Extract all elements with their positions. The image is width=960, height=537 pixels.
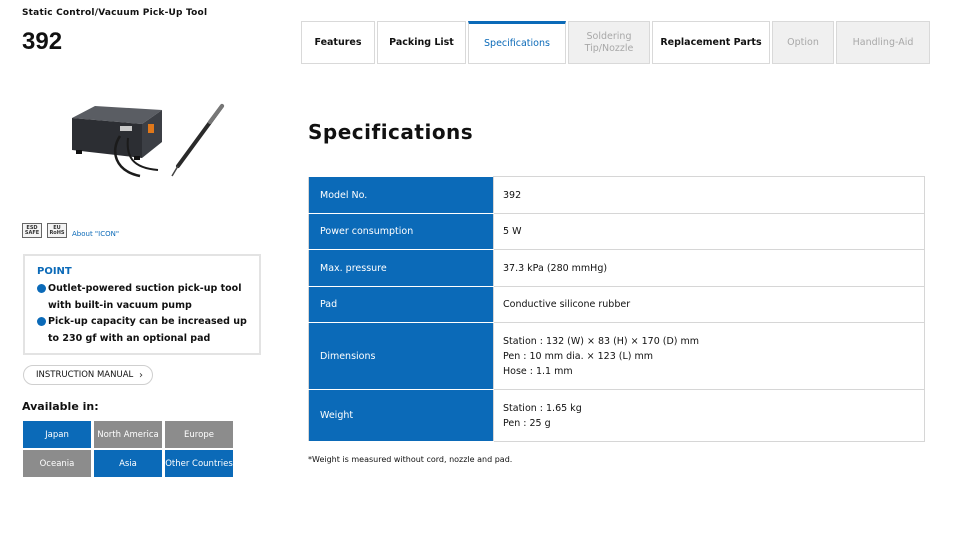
product-subtitle: Static Control/Vacuum Pick-Up Tool: [22, 8, 208, 18]
table-row: Weight Station : 1.65 kg Pen : 25 g: [308, 389, 925, 442]
weight-footnote: *Weight is measured without cord, nozzle…: [308, 455, 513, 464]
tab-packing-list[interactable]: Packing List: [377, 21, 466, 64]
certification-badges: ESD SAFE EU RoHS About "ICON": [22, 222, 119, 238]
table-row: Model No. 392: [308, 176, 925, 214]
specifications-table: Model No. 392 Power consumption 5 W Max.…: [308, 176, 925, 442]
table-row: Power consumption 5 W: [308, 213, 925, 250]
spec-value-line: Station : 1.65 kg: [503, 402, 582, 414]
spec-value-line: Hose : 1.1 mm: [503, 365, 573, 377]
available-in-label: Available in:: [22, 400, 99, 413]
page-title: 392: [22, 28, 63, 55]
spec-value: 392: [493, 176, 925, 214]
spec-value-line: Pen : 10 mm dia. × 123 (L) mm: [503, 350, 654, 362]
spec-key: Model No.: [308, 176, 494, 214]
spec-value: Station : 132 (W) × 83 (H) × 170 (D) mm …: [493, 322, 925, 390]
region-oceania[interactable]: Oceania: [23, 450, 91, 477]
spec-value-line: 392: [503, 189, 522, 201]
spec-value-line: Conductive silicone rubber: [503, 299, 631, 310]
esd-safe-icon: ESD SAFE: [22, 222, 42, 238]
spec-value-line: 5 W: [503, 226, 522, 237]
tab-features[interactable]: Features: [301, 21, 375, 64]
spec-key: Weight: [308, 389, 494, 442]
spec-value: 5 W: [493, 213, 925, 250]
tab-soldering-tip-nozzle[interactable]: Soldering Tip/Nozzle: [568, 21, 650, 64]
spec-value: Station : 1.65 kg Pen : 25 g: [493, 389, 925, 442]
tab-specifications[interactable]: Specifications: [468, 21, 566, 64]
point-box: POINT Outlet-powered suction pick-up too…: [23, 254, 261, 355]
chevron-right-icon: ›: [139, 370, 143, 381]
table-row: Dimensions Station : 132 (W) × 83 (H) × …: [308, 322, 925, 390]
spec-value-line: Station : 132 (W) × 83 (H) × 170 (D) mm: [503, 335, 700, 347]
spec-value: 37.3 kPa (280 mmHg): [493, 249, 925, 287]
point-item: Outlet-powered suction pick-up tool with…: [37, 281, 247, 314]
bullet-icon: [37, 317, 46, 326]
point-item-text: Pick-up capacity can be increased up to …: [48, 316, 247, 344]
point-item: Pick-up capacity can be increased up to …: [37, 314, 247, 347]
about-icon-link[interactable]: About "ICON": [72, 230, 119, 238]
region-japan[interactable]: Japan: [23, 421, 91, 448]
instruction-manual-label: INSTRUCTION MANUAL: [36, 370, 134, 380]
spec-value-line: Pen : 25 g: [503, 417, 551, 429]
bullet-icon: [37, 284, 46, 293]
spec-key: Max. pressure: [308, 249, 494, 287]
spec-key: Power consumption: [308, 213, 494, 250]
tab-option[interactable]: Option: [772, 21, 834, 64]
table-row: Max. pressure 37.3 kPa (280 mmHg): [308, 249, 925, 287]
spec-key: Dimensions: [308, 322, 494, 390]
region-grid: Japan North America Europe Oceania Asia …: [23, 421, 233, 477]
specifications-heading: Specifications: [308, 120, 474, 144]
spec-value-line: 37.3 kPa (280 mmHg): [503, 262, 608, 274]
spec-key: Pad: [308, 286, 494, 323]
tab-handling-aid[interactable]: Handling-Aid: [836, 21, 930, 64]
product-image: [72, 104, 224, 178]
point-item-text: Outlet-powered suction pick-up tool with…: [48, 283, 242, 311]
table-row: Pad Conductive silicone rubber: [308, 286, 925, 323]
region-other-countries[interactable]: Other Countries: [165, 450, 233, 477]
eu-rohs-icon: EU RoHS: [47, 222, 67, 238]
tab-bar: Features Packing List Specifications Sol…: [301, 21, 932, 64]
tab-replacement-parts[interactable]: Replacement Parts: [652, 21, 770, 64]
spec-value: Conductive silicone rubber: [493, 286, 925, 323]
point-title: POINT: [37, 266, 72, 277]
region-north-america[interactable]: North America: [94, 421, 162, 448]
region-europe[interactable]: Europe: [165, 421, 233, 448]
region-asia[interactable]: Asia: [94, 450, 162, 477]
instruction-manual-button[interactable]: INSTRUCTION MANUAL ›: [23, 365, 153, 385]
